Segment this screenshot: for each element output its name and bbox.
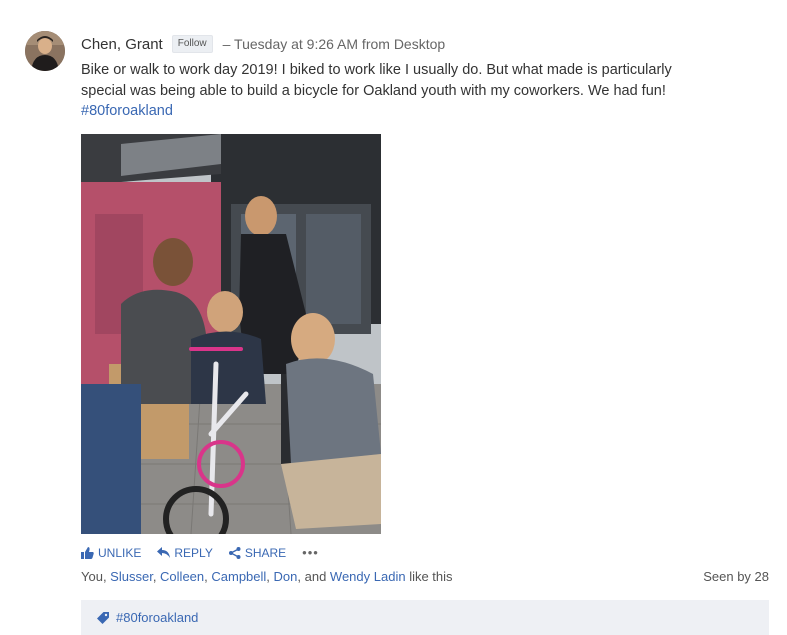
likes-separator: , [266, 569, 274, 584]
unlike-label: UNLIKE [98, 545, 142, 560]
topic-bar: #80foroakland [81, 600, 769, 635]
share-icon [228, 546, 241, 559]
author-avatar[interactable] [25, 31, 65, 71]
likes-summary: You, Slusser, Colleen, Campbell, Don, an… [81, 569, 453, 584]
seen-count[interactable]: Seen by 28 [703, 569, 769, 584]
liker-link[interactable]: Don [274, 569, 298, 584]
post-photo[interactable] [81, 134, 381, 534]
liker-link[interactable]: Campbell [211, 569, 266, 584]
share-button[interactable]: SHARE [228, 545, 287, 560]
likes-prefix: You, [81, 569, 111, 584]
liker-link[interactable]: Wendy Ladin [330, 569, 406, 584]
post-body-line-2: special was being able to build a bicycl… [81, 82, 666, 99]
likes-separator: , and [297, 569, 330, 584]
thumbs-up-icon [81, 546, 94, 559]
post-body-line-1: Bike or walk to work day 2019! I biked t… [81, 62, 672, 78]
post-header: Chen, Grant Follow – Tuesday at 9:26 AM … [81, 34, 445, 54]
more-options-button[interactable]: ••• [302, 545, 319, 560]
reply-arrow-icon [157, 547, 171, 558]
topic-link[interactable]: #80foroakland [116, 610, 198, 625]
unlike-button[interactable]: UNLIKE [81, 546, 141, 560]
liker-link[interactable]: Slusser [110, 569, 153, 584]
post-actions: UNLIKE REPLY SHARE ••• [81, 545, 319, 560]
author-name[interactable]: Chen, Grant [81, 36, 163, 53]
liker-link[interactable]: Colleen [160, 569, 204, 584]
reply-label: REPLY [174, 545, 213, 560]
post-timestamp: – Tuesday at 9:26 AM from Desktop [222, 36, 446, 52]
likes-suffix: like this [405, 569, 453, 584]
reply-button[interactable]: REPLY [157, 545, 213, 560]
tag-icon [97, 611, 109, 624]
follow-button[interactable]: Follow [171, 35, 213, 53]
post-body: Bike or walk to work day 2019! I biked t… [81, 60, 731, 122]
likes-separator: , [152, 569, 161, 584]
share-label: SHARE [244, 545, 287, 560]
hashtag-link[interactable]: #80foroakland [81, 101, 731, 122]
